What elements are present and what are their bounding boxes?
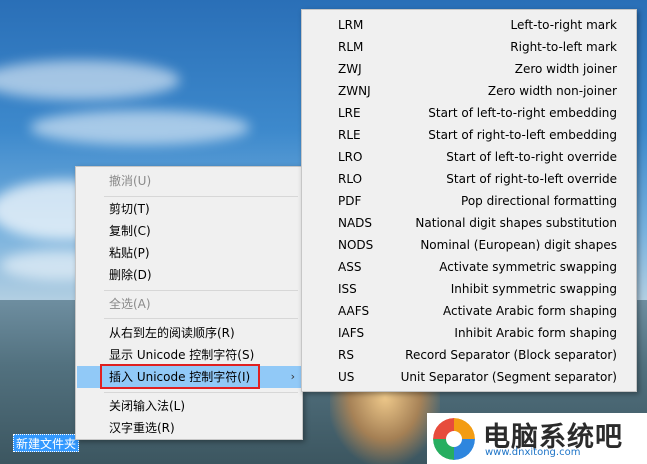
- submenu-item-nads[interactable]: NADS National digit shapes substitution: [303, 212, 635, 234]
- submenu-item-description: Start of left-to-right override: [446, 150, 617, 164]
- submenu-item-nods[interactable]: NODS Nominal (European) digit shapes: [303, 234, 635, 256]
- submenu-item-code: IAFS: [338, 326, 365, 340]
- submenu-item-iss[interactable]: ISS Inhibit symmetric swapping: [303, 278, 635, 300]
- submenu-item-code: ZWJ: [338, 62, 362, 76]
- site-url: www.dnxitong.com: [485, 447, 581, 458]
- submenu-item-description: Record Separator (Block separator): [405, 348, 617, 362]
- submenu-item-rs[interactable]: RS Record Separator (Block separator): [303, 344, 635, 366]
- submenu-item-description: Unit Separator (Segment separator): [400, 370, 617, 384]
- submenu-item-description: Start of right-to-left embedding: [428, 128, 617, 142]
- submenu-item-code: LRE: [338, 106, 361, 120]
- submenu-item-iafs[interactable]: IAFS Inhibit Arabic form shaping: [303, 322, 635, 344]
- submenu-item-us[interactable]: US Unit Separator (Segment separator): [303, 366, 635, 388]
- submenu-item-code: AAFS: [338, 304, 370, 318]
- submenu-item-code: RLE: [338, 128, 361, 142]
- submenu-item-lro[interactable]: LRO Start of left-to-right override: [303, 146, 635, 168]
- menu-item-paste[interactable]: 粘贴(P): [77, 242, 301, 264]
- submenu-item-description: Activate symmetric swapping: [439, 260, 617, 274]
- submenu-item-code: ASS: [338, 260, 362, 274]
- site-logo-icon: [433, 418, 475, 460]
- menu-item-copy[interactable]: 复制(C): [77, 220, 301, 242]
- submenu-item-code: NODS: [338, 238, 374, 252]
- submenu-item-rle[interactable]: RLE Start of right-to-left embedding: [303, 124, 635, 146]
- menu-item-reconvert[interactable]: 汉字重选(R): [77, 417, 301, 439]
- submenu-item-code: US: [338, 370, 355, 384]
- submenu-item-description: Zero width joiner: [514, 62, 617, 76]
- submenu-item-code: NADS: [338, 216, 373, 230]
- submenu-item-lrm[interactable]: LRM Left-to-right mark: [303, 14, 635, 36]
- submenu-item-code: LRO: [338, 150, 363, 164]
- submenu-item-pdf[interactable]: PDF Pop directional formatting: [303, 190, 635, 212]
- submenu-item-code: RLO: [338, 172, 363, 186]
- submenu-item-zwnj[interactable]: ZWNJ Zero width non-joiner: [303, 80, 635, 102]
- menu-item-delete[interactable]: 删除(D): [77, 264, 301, 286]
- menu-item-select-all[interactable]: 全选(A): [77, 293, 301, 315]
- submenu-item-description: Zero width non-joiner: [487, 84, 617, 98]
- submenu-item-aafs[interactable]: AAFS Activate Arabic form shaping: [303, 300, 635, 322]
- submenu-item-code: PDF: [338, 194, 362, 208]
- submenu-item-ass[interactable]: ASS Activate symmetric swapping: [303, 256, 635, 278]
- menu-item-undo[interactable]: 撤消(U): [77, 170, 301, 192]
- menu-item-cut[interactable]: 剪切(T): [77, 198, 301, 220]
- submenu-item-description: Nominal (European) digit shapes: [420, 238, 617, 252]
- context-menu: 撤消(U) 剪切(T) 复制(C) 粘贴(P) 删除(D) 全选(A) 从右到左…: [75, 166, 303, 440]
- menu-item-show-unicode-control[interactable]: 显示 Unicode 控制字符(S): [77, 344, 301, 366]
- menu-item-close-ime[interactable]: 关闭输入法(L): [77, 395, 301, 417]
- desktop-rename-field[interactable]: 新建文件夹: [13, 434, 79, 452]
- submenu-item-zwj[interactable]: ZWJ Zero width joiner: [303, 58, 635, 80]
- submenu-item-description: Start of right-to-left override: [446, 172, 617, 186]
- submenu-item-description: Pop directional formatting: [461, 194, 617, 208]
- site-watermark: 电脑系统吧 www.dnxitong.com: [427, 413, 647, 464]
- menu-separator: [104, 290, 298, 291]
- submenu-item-description: Inhibit Arabic form shaping: [454, 326, 617, 340]
- submenu-item-code: RLM: [338, 40, 364, 54]
- submenu-item-code: ISS: [338, 282, 357, 296]
- menu-separator: [104, 318, 298, 319]
- submenu-item-description: National digit shapes substitution: [415, 216, 617, 230]
- submenu-item-lre[interactable]: LRE Start of left-to-right embedding: [303, 102, 635, 124]
- submenu-item-code: RS: [338, 348, 354, 362]
- submenu-item-description: Activate Arabic form shaping: [442, 304, 617, 318]
- chevron-right-icon: ›: [290, 370, 295, 383]
- menu-item-rtl-reading-order[interactable]: 从右到左的阅读顺序(R): [77, 322, 301, 344]
- submenu-item-description: Inhibit symmetric swapping: [450, 282, 617, 296]
- submenu-item-description: Left-to-right mark: [510, 18, 617, 32]
- submenu-item-rlo[interactable]: RLO Start of right-to-left override: [303, 168, 635, 190]
- submenu-item-code: LRM: [338, 18, 364, 32]
- submenu-item-description: Right-to-left mark: [510, 40, 617, 54]
- menu-separator: [104, 392, 298, 393]
- submenu-item-rlm[interactable]: RLM Right-to-left mark: [303, 36, 635, 58]
- unicode-control-submenu: LRM Left-to-right mark RLM Right-to-left ma…: [301, 9, 637, 392]
- submenu-item-description: Start of left-to-right embedding: [428, 106, 617, 120]
- menu-separator: [104, 196, 298, 197]
- highlight-annotation-box: [100, 364, 260, 389]
- submenu-item-code: ZWNJ: [338, 84, 371, 98]
